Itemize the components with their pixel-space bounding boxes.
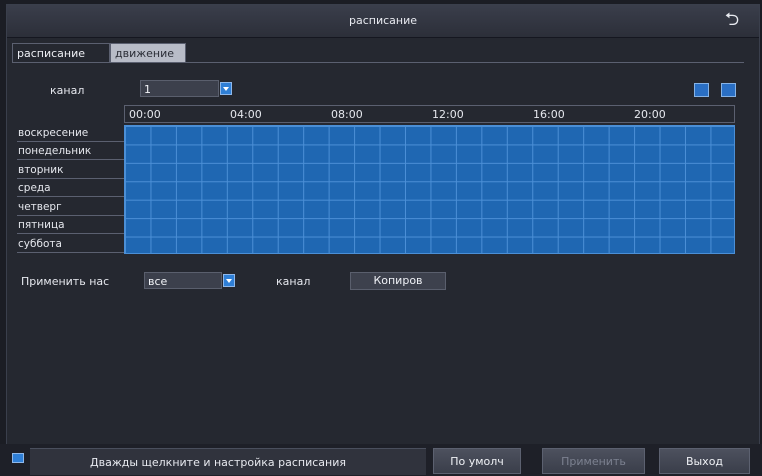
- day-sunday: воскресение: [17, 125, 124, 142]
- day-saturday: суббота: [17, 236, 124, 253]
- hint-bar: Дважды щелкните и настройка расписания: [30, 448, 426, 475]
- footer-bar: Дважды щелкните и настройка расписания П…: [0, 444, 762, 476]
- time-label: 08:00: [331, 108, 363, 121]
- title-bar: расписание ⮌: [7, 5, 759, 38]
- pencil-icon[interactable]: [721, 83, 736, 97]
- tab-schedule[interactable]: расписание: [12, 43, 110, 63]
- back-arrow-icon[interactable]: ⮌: [719, 11, 745, 30]
- chevron-down-icon[interactable]: [223, 274, 235, 287]
- tab-motion[interactable]: движение: [110, 43, 186, 63]
- tab-divider: [12, 62, 744, 63]
- time-label: 00:00: [129, 108, 161, 121]
- channel-select[interactable]: 1: [140, 80, 232, 97]
- day-thursday: четверг: [17, 199, 124, 216]
- channel-label: канал: [50, 84, 85, 97]
- time-header: 00:00 04:00 08:00 12:00 16:00 20:00: [124, 105, 735, 123]
- channel-select-value: 1: [144, 83, 151, 96]
- chevron-down-icon[interactable]: [220, 82, 232, 95]
- exit-button[interactable]: Выход: [659, 448, 750, 474]
- time-label: 12:00: [432, 108, 464, 121]
- day-friday: пятница: [17, 217, 124, 235]
- schedule-table: 00:00 04:00 08:00 12:00 16:00 20:00 воск…: [17, 105, 735, 254]
- apply-channel-label: канал: [276, 275, 311, 288]
- apply-to-label: Применить нас: [21, 275, 110, 288]
- copy-button[interactable]: Копиров: [350, 272, 446, 290]
- time-label: 16:00: [533, 108, 565, 121]
- time-label: 20:00: [634, 108, 666, 121]
- window-title: расписание: [348, 14, 417, 27]
- edit-icon[interactable]: [694, 83, 709, 97]
- schedule-grid[interactable]: [124, 125, 735, 254]
- day-wednesday: среда: [17, 180, 124, 198]
- hint-text: Дважды щелкните и настройка расписания: [90, 456, 346, 469]
- apply-channel-select[interactable]: все: [144, 272, 235, 289]
- apply-select-value: все: [148, 275, 168, 288]
- day-monday: понедельник: [17, 143, 124, 161]
- default-button[interactable]: По умолч: [433, 448, 521, 474]
- time-label: 04:00: [230, 108, 262, 121]
- info-icon: [12, 453, 24, 463]
- apply-button[interactable]: Применить: [542, 448, 645, 474]
- day-tuesday: вторник: [17, 162, 124, 179]
